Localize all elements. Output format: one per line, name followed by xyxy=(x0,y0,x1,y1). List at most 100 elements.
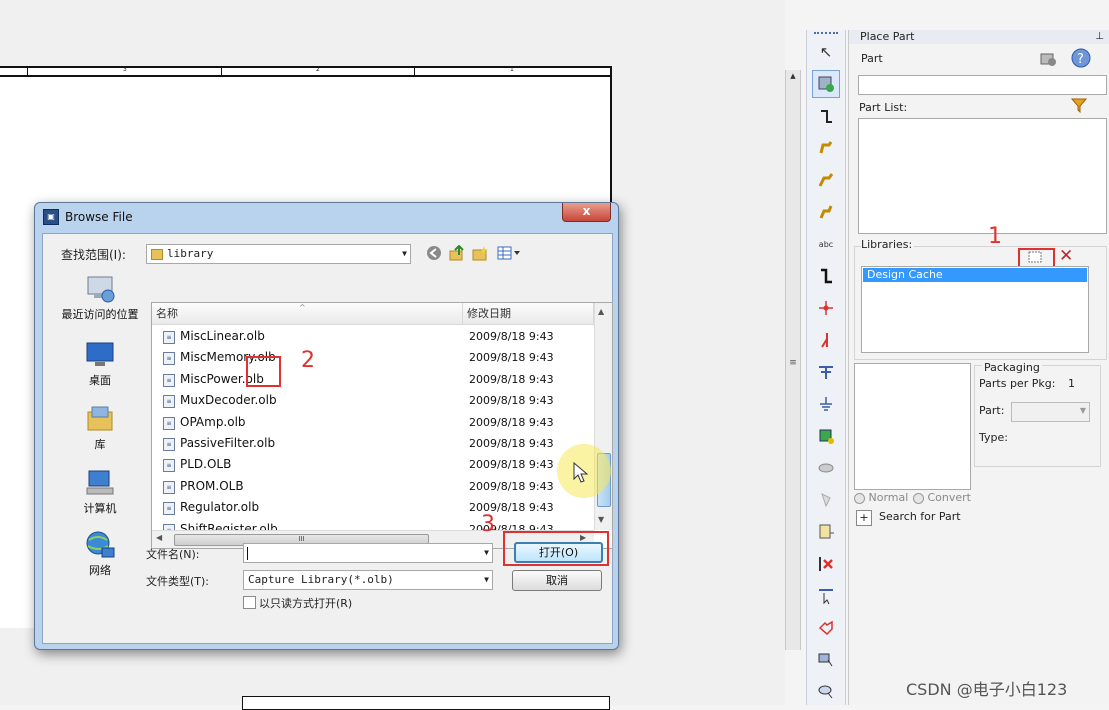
filename-input[interactable]: ▼ xyxy=(243,543,493,563)
convert-radio[interactable]: Convert xyxy=(913,491,971,504)
pin-tool-icon[interactable] xyxy=(812,486,840,514)
tool-palette: ↖ abc xyxy=(806,30,846,705)
column-header-date[interactable]: 修改日期 xyxy=(463,303,594,325)
scroll-up-icon[interactable]: ▲ xyxy=(598,307,604,316)
libraries-list[interactable]: Design Cache xyxy=(861,266,1089,353)
file-row[interactable]: ≡ MiscPower.olb 2009/8/18 9:43 xyxy=(152,369,592,390)
pin-icon[interactable]: ⊥ xyxy=(1095,30,1104,44)
net-alias-tool-icon[interactable] xyxy=(812,166,840,194)
svg-text:?: ? xyxy=(1077,52,1084,67)
select-tool-icon[interactable]: ↖ xyxy=(812,38,840,66)
parts-per-pkg-label: Parts per Pkg: xyxy=(979,377,1056,390)
no-connect-x-tool-icon[interactable] xyxy=(812,550,840,578)
remove-library-icon[interactable]: ✕ xyxy=(1059,248,1075,265)
olb-file-icon: ≡ xyxy=(163,480,175,494)
bus-tool-icon[interactable] xyxy=(812,134,840,162)
part-select[interactable]: ▼ xyxy=(1011,402,1090,422)
no-connect-tool-icon[interactable] xyxy=(812,262,840,290)
normal-radio[interactable]: Normal xyxy=(854,491,908,504)
search-for-part-label[interactable]: Search for Part xyxy=(879,510,961,523)
filter-icon[interactable] xyxy=(1070,97,1088,114)
chevron-down-icon: ▼ xyxy=(1079,406,1086,415)
scroll-left-icon[interactable]: ◀ xyxy=(156,533,162,542)
dialog-body: 查找范围(I): library ▼ 最近访问的位置 桌面 库 计算机 网络 名… xyxy=(42,233,613,644)
part-input[interactable] xyxy=(858,75,1107,95)
library-item[interactable]: Design Cache xyxy=(863,268,1087,282)
file-date: 2009/8/18 9:43 xyxy=(469,458,554,472)
olb-file-icon: ≡ xyxy=(163,352,175,366)
column-date-label: 修改日期 xyxy=(467,307,511,320)
off-page-tool-icon[interactable] xyxy=(812,358,840,386)
place-pin-array-tool-icon[interactable] xyxy=(812,518,840,546)
new-folder-icon[interactable] xyxy=(472,245,488,261)
file-row[interactable]: ≡ MiscMemory.olb 2009/8/18 9:43 xyxy=(152,347,592,368)
help-icon[interactable]: ? xyxy=(1071,48,1091,68)
junction-tool-icon[interactable] xyxy=(812,294,840,322)
file-list-vscroll[interactable]: ▲ ▼ xyxy=(594,303,612,530)
filetype-select[interactable]: Capture Library(*.olb) ▼ xyxy=(243,570,493,590)
column-header-name[interactable]: 名称 ^ xyxy=(152,303,463,325)
splitter-grip-icon[interactable]: ≡ xyxy=(786,358,800,368)
convert-label: Convert xyxy=(927,491,972,504)
up-folder-icon[interactable] xyxy=(449,244,465,261)
ground-tool-icon[interactable] xyxy=(812,390,840,418)
readonly-checkbox[interactable] xyxy=(243,596,256,609)
sort-ascending-icon: ^ xyxy=(299,303,306,312)
chevron-down-icon: ▼ xyxy=(402,249,407,258)
hierarchical-port-tool-icon[interactable] xyxy=(812,454,840,482)
part-field-label: Part: xyxy=(979,404,1005,417)
file-list[interactable]: 名称 ^ 修改日期 ≡ MiscLinear.olb 2009/8/18 9:43 ≡… xyxy=(151,302,613,549)
olb-file-icon: ≡ xyxy=(163,395,175,409)
rectangle-tool-icon[interactable] xyxy=(812,646,840,674)
text-abc-tool-icon[interactable]: abc xyxy=(812,230,840,258)
place-recent[interactable]: 最近访问的位置 xyxy=(51,274,149,322)
app-icon: ▣ xyxy=(43,209,59,225)
file-name: MiscLinear.olb xyxy=(180,329,265,343)
view-menu-icon[interactable] xyxy=(497,245,521,261)
dialog-title: ▣ Browse File xyxy=(43,209,133,225)
close-button[interactable]: x xyxy=(562,203,611,222)
place-desktop[interactable]: 桌面 xyxy=(51,340,149,388)
file-row[interactable]: ≡ MuxDecoder.olb 2009/8/18 9:43 xyxy=(152,390,592,411)
place-libraries[interactable]: 库 xyxy=(51,404,149,452)
file-row[interactable]: ≡ MiscLinear.olb 2009/8/18 9:43 xyxy=(152,326,592,347)
look-in-label: 查找范围(I): xyxy=(61,248,126,262)
look-in-combo[interactable]: library ▼ xyxy=(146,244,411,264)
file-row[interactable]: ≡ PLD.OLB 2009/8/18 9:43 xyxy=(152,454,592,475)
ruler-label: 1 xyxy=(510,66,514,73)
part-database-icon[interactable] xyxy=(1039,50,1057,68)
cancel-button[interactable]: 取消 xyxy=(512,570,602,591)
pointer-line-tool-icon[interactable] xyxy=(812,582,840,610)
place-part-tool-icon[interactable] xyxy=(812,70,840,98)
ellipse-tool-icon[interactable] xyxy=(812,678,840,706)
scroll-down-icon[interactable]: ▼ xyxy=(598,515,604,524)
search-expand-button[interactable]: + xyxy=(856,510,872,526)
file-name: MuxDecoder.olb xyxy=(180,393,277,408)
readonly-label: 以只读方式打开(R) xyxy=(259,597,353,610)
file-name: Regulator.olb xyxy=(180,500,260,515)
file-row[interactable]: ≡ Regulator.olb 2009/8/18 9:43 xyxy=(152,497,592,518)
file-row[interactable]: ≡ PassiveFilter.olb 2009/8/18 9:43 xyxy=(152,433,592,454)
packaging-label: Packaging xyxy=(982,361,1042,374)
place-computer[interactable]: 计算机 xyxy=(51,468,149,516)
file-row[interactable]: ≡ OPAmp.olb 2009/8/18 9:43 xyxy=(152,412,592,433)
wire-tool-icon[interactable] xyxy=(812,102,840,130)
power-tool-icon[interactable] xyxy=(812,326,840,354)
radio-icon xyxy=(913,492,924,504)
file-row[interactable]: ≡ PROM.OLB 2009/8/18 9:43 xyxy=(152,476,592,497)
filename-label: 文件名(N): xyxy=(146,548,200,561)
part-list-box[interactable] xyxy=(858,118,1107,234)
network-icon xyxy=(84,530,116,560)
place-label: 库 xyxy=(94,438,106,451)
hierarchical-block-tool-icon[interactable] xyxy=(812,422,840,450)
scroll-up-icon[interactable]: ▲ xyxy=(787,70,799,82)
place-label: 桌面 xyxy=(89,374,111,387)
mouse-pointer-icon xyxy=(573,461,589,484)
place-network[interactable]: 网络 xyxy=(51,530,149,578)
canvas-vertical-scrollbar[interactable]: ▲ ≡ xyxy=(785,70,801,650)
back-icon[interactable] xyxy=(426,245,442,261)
palette-grip-icon[interactable] xyxy=(814,32,838,37)
place-label: 网络 xyxy=(89,564,111,577)
polyline-tool-icon[interactable] xyxy=(812,614,840,642)
bus-entry-tool-icon[interactable] xyxy=(812,198,840,226)
